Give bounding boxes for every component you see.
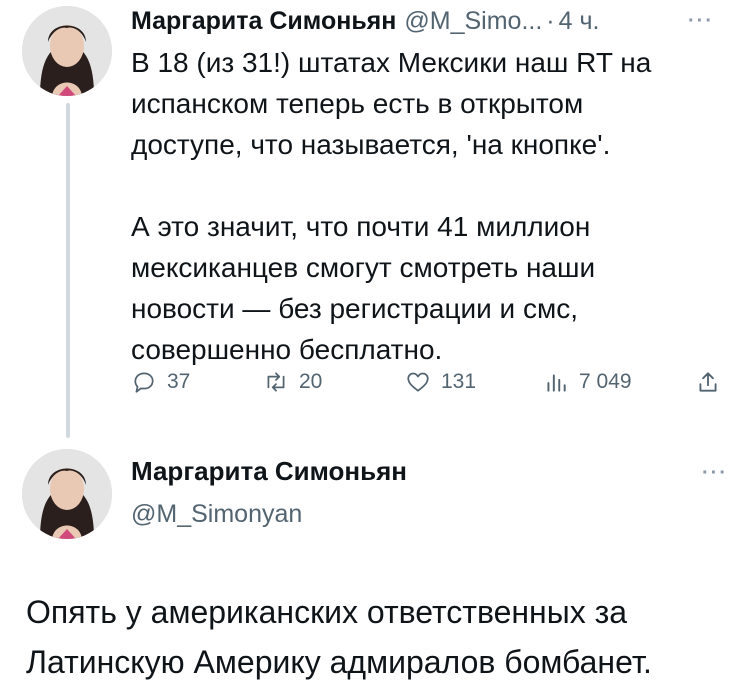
timestamp[interactable]: 4 ч. <box>559 7 600 36</box>
author-handle[interactable]: @M_Simo... <box>404 7 542 36</box>
retweet-count: 20 <box>299 370 323 393</box>
avatar-photo <box>22 449 112 539</box>
avatar-photo <box>22 6 112 96</box>
thread-line <box>66 103 70 438</box>
more-icon[interactable]: ··· <box>702 462 728 485</box>
avatar[interactable] <box>22 449 112 539</box>
tweet-text: В 18 (из 31!) штатах Мексики наш RT на и… <box>131 47 652 365</box>
heart-icon <box>407 372 429 392</box>
tweet-text: Опять у американских ответственных за Ла… <box>26 594 652 680</box>
comment-bubble-icon <box>134 372 154 393</box>
author-handle[interactable]: @M_Simonyan <box>131 500 302 529</box>
share-upload-icon <box>699 372 717 392</box>
retweet-arrows-icon <box>267 372 285 392</box>
tweet1-header: Маргарита Симоньян @M_Simo... · 4 ч. ··· <box>131 4 730 38</box>
separator-dot: · <box>546 6 555 35</box>
like-count: 131 <box>441 370 477 393</box>
share-button[interactable] <box>695 362 731 402</box>
retweet-button[interactable]: 20 <box>263 362 322 402</box>
author-name[interactable]: Маргарита Симоньян <box>131 456 407 487</box>
more-icon[interactable]: ··· <box>688 10 714 33</box>
bar-chart-icon <box>547 374 566 392</box>
like-button[interactable]: 131 <box>405 362 476 402</box>
avatar[interactable] <box>22 6 112 96</box>
views-count: 7 049 <box>579 370 632 393</box>
reply-count: 37 <box>167 370 191 393</box>
reply-button[interactable]: 37 <box>131 362 190 402</box>
author-name[interactable]: Маргарита Симоньян <box>131 7 396 36</box>
tweet-actions: 37 20 131 7 049 <box>131 362 727 402</box>
views-button[interactable]: 7 049 <box>543 362 632 402</box>
